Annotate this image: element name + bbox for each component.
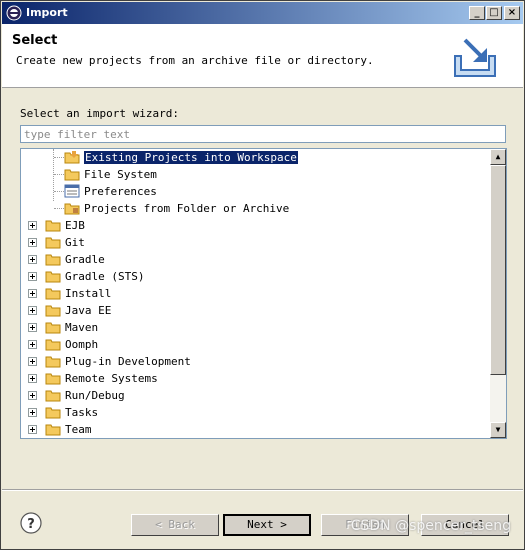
- tree-category-label: Team: [65, 423, 92, 436]
- wizard-footer: ? < Back Next > Finish Cancel CSDN @spen…: [2, 491, 523, 549]
- title-bar[interactable]: Import _ □ ×: [2, 2, 523, 24]
- tree-category-tasks[interactable]: Tasks: [21, 404, 491, 421]
- tree-category-oomph[interactable]: Oomph: [21, 336, 491, 353]
- tree-scrollbar[interactable]: ▲ ▼: [490, 149, 506, 438]
- tree-item-projects-from-folder[interactable]: Projects from Folder or Archive: [21, 200, 491, 217]
- tree-category-git[interactable]: Git: [21, 234, 491, 251]
- tree-category-label: Run/Debug: [65, 389, 125, 402]
- folder-icon: [45, 356, 61, 368]
- expand-icon[interactable]: [28, 374, 37, 383]
- tree-item-label: File System: [84, 168, 157, 181]
- expand-icon[interactable]: [28, 357, 37, 366]
- tree-category-label: Maven: [65, 321, 99, 334]
- help-icon[interactable]: ?: [20, 512, 42, 534]
- folder-icon: [45, 305, 61, 317]
- folder-icon: [64, 169, 80, 181]
- tree-category-team[interactable]: Team: [21, 421, 491, 438]
- maximize-button[interactable]: □: [486, 6, 502, 20]
- filter-input[interactable]: [20, 125, 506, 143]
- expand-icon[interactable]: [28, 340, 37, 349]
- tree-category-label: Remote Systems: [65, 372, 158, 385]
- folder-icon: [45, 407, 61, 419]
- folder-icon: [45, 254, 61, 266]
- expand-icon[interactable]: [28, 306, 37, 315]
- wizard-body: Select an import wizard: Existing Projec…: [2, 89, 523, 489]
- import-dialog: Import _ □ × Select Create new projects …: [0, 0, 525, 550]
- tree-category-gradle[interactable]: Gradle: [21, 251, 491, 268]
- tree-category-label: Gradle: [65, 253, 105, 266]
- back-button[interactable]: < Back: [131, 514, 219, 536]
- tree-category-label: Oomph: [65, 338, 99, 351]
- tree-connector: [54, 174, 64, 175]
- preferences-icon: [64, 184, 80, 198]
- folder-icon: [45, 220, 61, 232]
- folder-icon: [45, 271, 61, 283]
- tree-item-existing-projects[interactable]: Existing Projects into Workspace: [21, 149, 491, 166]
- tree-category-install[interactable]: Install: [21, 285, 491, 302]
- expand-icon[interactable]: [28, 272, 37, 281]
- tree-item-label: Existing Projects into Workspace: [83, 150, 299, 165]
- watermark: CSDN @spencer_tseng: [350, 518, 511, 534]
- tree-item-preferences[interactable]: Preferences: [21, 183, 491, 200]
- expand-icon[interactable]: [28, 425, 37, 434]
- folder-icon: [45, 288, 61, 300]
- expand-icon[interactable]: [28, 238, 37, 247]
- expand-icon[interactable]: [28, 221, 37, 230]
- folder-icon: [45, 339, 61, 351]
- scroll-up-button[interactable]: ▲: [490, 149, 506, 165]
- tree-category-plugin-development[interactable]: Plug-in Development: [21, 353, 491, 370]
- tree-item-label: Preferences: [84, 185, 157, 198]
- folder-icon: [45, 322, 61, 334]
- window-title: Import: [26, 6, 68, 19]
- tree-category-remote-systems[interactable]: Remote Systems: [21, 370, 491, 387]
- tree-item-file-system[interactable]: File System: [21, 166, 491, 183]
- tree-category-label: Install: [65, 287, 112, 300]
- tree-category-label: EJB: [65, 219, 85, 232]
- tree-connector: [54, 191, 64, 192]
- minimize-button[interactable]: _: [469, 6, 485, 20]
- svg-text:?: ?: [27, 517, 35, 532]
- folder-archive-icon: [64, 203, 80, 215]
- scroll-thumb[interactable]: [490, 165, 506, 375]
- page-title: Select: [12, 33, 58, 48]
- tree-category-label: Plug-in Development: [65, 355, 191, 368]
- import-wizard-banner-icon: [454, 38, 496, 77]
- tree-category-java-ee[interactable]: Java EE: [21, 302, 491, 319]
- tree-category-label: Tasks: [65, 406, 99, 419]
- scroll-down-button[interactable]: ▼: [490, 422, 506, 438]
- projects-import-icon: [64, 151, 80, 164]
- tree-category-label: Gradle (STS): [65, 270, 145, 283]
- page-description: Create new projects from an archive file…: [16, 54, 374, 67]
- wizard-header: Select Create new projects from an archi…: [2, 24, 523, 88]
- folder-icon: [45, 390, 61, 402]
- folder-icon: [45, 237, 61, 249]
- close-button[interactable]: ×: [504, 6, 520, 20]
- tree-connector: [54, 157, 64, 158]
- next-button[interactable]: Next >: [223, 514, 311, 536]
- eclipse-icon: [6, 5, 22, 21]
- tree-category-run-debug[interactable]: Run/Debug: [21, 387, 491, 404]
- tree-category-ejb[interactable]: EJB: [21, 217, 491, 234]
- expand-icon[interactable]: [28, 255, 37, 264]
- expand-icon[interactable]: [28, 289, 37, 298]
- folder-icon: [45, 424, 61, 436]
- expand-icon[interactable]: [28, 391, 37, 400]
- tree-connector: [54, 208, 64, 209]
- tree-item-label: Projects from Folder or Archive: [84, 202, 290, 215]
- tree-category-label: Git: [65, 236, 85, 249]
- folder-icon: [45, 373, 61, 385]
- wizard-tree[interactable]: Existing Projects into Workspace File Sy…: [20, 148, 507, 439]
- expand-icon[interactable]: [28, 408, 37, 417]
- tree-category-label: Java EE: [65, 304, 112, 317]
- expand-icon[interactable]: [28, 323, 37, 332]
- tree-category-maven[interactable]: Maven: [21, 319, 491, 336]
- tree-category-gradle-sts[interactable]: Gradle (STS): [21, 268, 491, 285]
- wizard-label: Select an import wizard:: [20, 107, 179, 120]
